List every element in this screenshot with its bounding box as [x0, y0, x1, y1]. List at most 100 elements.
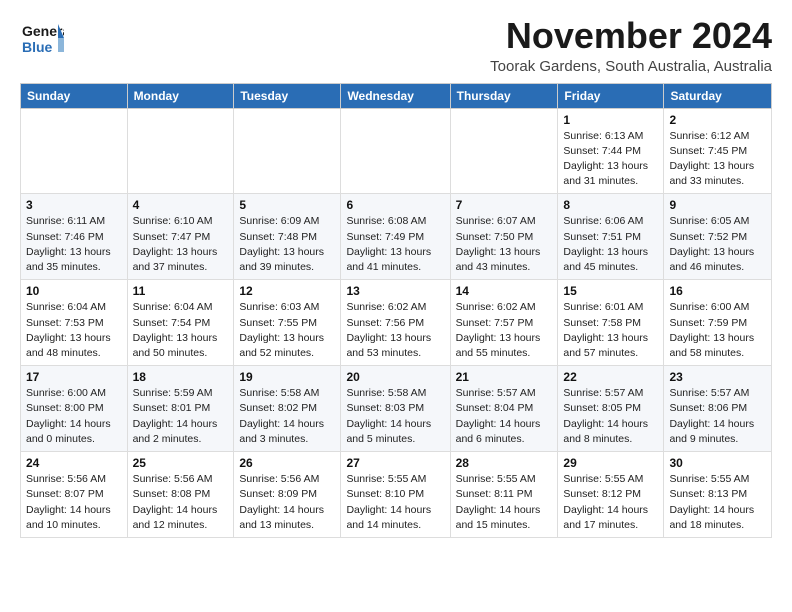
day-info: Sunrise: 6:05 AMSunset: 7:52 PMDaylight:… [669, 214, 766, 275]
calendar-header-cell: Friday [558, 83, 664, 108]
title-block: November 2024 Toorak Gardens, South Aust… [490, 16, 772, 75]
header: General Blue November 2024 Toorak Garden… [20, 16, 772, 75]
day-info: Sunrise: 5:58 AMSunset: 8:02 PMDaylight:… [239, 386, 335, 447]
day-info: Sunrise: 5:57 AMSunset: 8:06 PMDaylight:… [669, 386, 766, 447]
day-number: 6 [346, 198, 444, 212]
day-info: Sunrise: 5:58 AMSunset: 8:03 PMDaylight:… [346, 386, 444, 447]
day-number: 13 [346, 284, 444, 298]
day-info: Sunrise: 6:09 AMSunset: 7:48 PMDaylight:… [239, 214, 335, 275]
calendar-cell: 5 Sunrise: 6:09 AMSunset: 7:48 PMDaylight… [234, 194, 341, 280]
calendar-cell: 1 Sunrise: 6:13 AMSunset: 7:44 PMDaylight… [558, 108, 664, 194]
day-info: Sunrise: 6:04 AMSunset: 7:54 PMDaylight:… [133, 300, 229, 361]
day-number: 7 [456, 198, 553, 212]
day-number: 15 [563, 284, 658, 298]
day-number: 27 [346, 456, 444, 470]
calendar-cell [450, 108, 558, 194]
day-number: 11 [133, 284, 229, 298]
calendar-table: SundayMondayTuesdayWednesdayThursdayFrid… [20, 83, 772, 538]
day-number: 8 [563, 198, 658, 212]
calendar-header-cell: Sunday [21, 83, 128, 108]
calendar-body: 1 Sunrise: 6:13 AMSunset: 7:44 PMDaylight… [21, 108, 772, 537]
day-number: 5 [239, 198, 335, 212]
day-info: Sunrise: 5:55 AMSunset: 8:10 PMDaylight:… [346, 472, 444, 533]
calendar-cell: 24 Sunrise: 5:56 AMSunset: 8:07 PMDayligh… [21, 452, 128, 538]
calendar-cell: 23Sunrise: 5:57 AMSunset: 8:06 PMDayligh… [664, 366, 772, 452]
day-number: 19 [239, 370, 335, 384]
logo: General Blue [20, 16, 64, 65]
calendar-cell [21, 108, 128, 194]
day-info: Sunrise: 5:57 AMSunset: 8:04 PMDaylight:… [456, 386, 553, 447]
day-number: 18 [133, 370, 229, 384]
day-info: Sunrise: 6:01 AMSunset: 7:58 PMDaylight:… [563, 300, 658, 361]
calendar-cell: 3Sunrise: 6:11 AMSunset: 7:46 PMDaylight… [21, 194, 128, 280]
day-info: Sunrise: 6:00 AMSunset: 8:00 PMDaylight:… [26, 386, 122, 447]
day-info: Sunrise: 6:13 AMSunset: 7:44 PMDaylight:… [563, 129, 658, 190]
day-info: Sunrise: 5:56 AMSunset: 8:07 PMDaylight:… [26, 472, 122, 533]
day-number: 9 [669, 198, 766, 212]
location-subtitle: Toorak Gardens, South Australia, Austral… [490, 58, 772, 75]
day-info: Sunrise: 5:59 AMSunset: 8:01 PMDaylight:… [133, 386, 229, 447]
day-number: 1 [563, 113, 658, 127]
day-number: 16 [669, 284, 766, 298]
day-info: Sunrise: 5:57 AMSunset: 8:05 PMDaylight:… [563, 386, 658, 447]
calendar-header-row: SundayMondayTuesdayWednesdayThursdayFrid… [21, 83, 772, 108]
calendar-cell: 15 Sunrise: 6:01 AMSunset: 7:58 PMDayligh… [558, 280, 664, 366]
day-number: 30 [669, 456, 766, 470]
calendar-cell: 18 Sunrise: 5:59 AMSunset: 8:01 PMDayligh… [127, 366, 234, 452]
calendar-week-row: 3Sunrise: 6:11 AMSunset: 7:46 PMDaylight… [21, 194, 772, 280]
day-number: 14 [456, 284, 553, 298]
calendar-cell: 29Sunrise: 5:55 AMSunset: 8:12 PMDayligh… [558, 452, 664, 538]
day-number: 29 [563, 456, 658, 470]
day-info: Sunrise: 5:55 AMSunset: 8:13 PMDaylight:… [669, 472, 766, 533]
calendar-cell: 14 Sunrise: 6:02 AMSunset: 7:57 PMDayligh… [450, 280, 558, 366]
day-number: 21 [456, 370, 553, 384]
day-number: 17 [26, 370, 122, 384]
calendar-cell: 8Sunrise: 6:06 AMSunset: 7:51 PMDaylight… [558, 194, 664, 280]
calendar-cell: 16 Sunrise: 6:00 AMSunset: 7:59 PMDayligh… [664, 280, 772, 366]
calendar-week-row: 1 Sunrise: 6:13 AMSunset: 7:44 PMDaylight… [21, 108, 772, 194]
calendar-cell: 12Sunrise: 6:03 AMSunset: 7:55 PMDayligh… [234, 280, 341, 366]
day-number: 26 [239, 456, 335, 470]
day-number: 22 [563, 370, 658, 384]
calendar-cell: 13 Sunrise: 6:02 AMSunset: 7:56 PMDayligh… [341, 280, 450, 366]
day-info: Sunrise: 6:00 AMSunset: 7:59 PMDaylight:… [669, 300, 766, 361]
day-info: Sunrise: 6:07 AMSunset: 7:50 PMDaylight:… [456, 214, 553, 275]
day-info: Sunrise: 5:55 AMSunset: 8:11 PMDaylight:… [456, 472, 553, 533]
calendar-cell: 19 Sunrise: 5:58 AMSunset: 8:02 PMDayligh… [234, 366, 341, 452]
page: General Blue November 2024 Toorak Garden… [0, 0, 792, 554]
calendar-cell [127, 108, 234, 194]
day-info: Sunrise: 6:11 AMSunset: 7:46 PMDaylight:… [26, 214, 122, 275]
day-info: Sunrise: 6:08 AMSunset: 7:49 PMDaylight:… [346, 214, 444, 275]
calendar-cell: 17 Sunrise: 6:00 AMSunset: 8:00 PMDayligh… [21, 366, 128, 452]
day-number: 28 [456, 456, 553, 470]
day-number: 24 [26, 456, 122, 470]
calendar-week-row: 10 Sunrise: 6:04 AMSunset: 7:53 PMDayligh… [21, 280, 772, 366]
day-number: 25 [133, 456, 229, 470]
day-number: 4 [133, 198, 229, 212]
svg-text:General: General [22, 23, 64, 39]
calendar-cell: 9 Sunrise: 6:05 AMSunset: 7:52 PMDaylight… [664, 194, 772, 280]
calendar-cell: 28 Sunrise: 5:55 AMSunset: 8:11 PMDayligh… [450, 452, 558, 538]
day-info: Sunrise: 6:02 AMSunset: 7:57 PMDaylight:… [456, 300, 553, 361]
calendar-cell: 7 Sunrise: 6:07 AMSunset: 7:50 PMDaylight… [450, 194, 558, 280]
day-number: 10 [26, 284, 122, 298]
day-info: Sunrise: 6:12 AMSunset: 7:45 PMDaylight:… [669, 129, 766, 190]
calendar-cell: 11 Sunrise: 6:04 AMSunset: 7:54 PMDayligh… [127, 280, 234, 366]
calendar-cell: 4 Sunrise: 6:10 AMSunset: 7:47 PMDaylight… [127, 194, 234, 280]
calendar-header-cell: Tuesday [234, 83, 341, 108]
calendar-week-row: 17 Sunrise: 6:00 AMSunset: 8:00 PMDayligh… [21, 366, 772, 452]
day-info: Sunrise: 6:04 AMSunset: 7:53 PMDaylight:… [26, 300, 122, 361]
month-title: November 2024 [490, 16, 772, 56]
calendar-cell [234, 108, 341, 194]
day-info: Sunrise: 5:56 AMSunset: 8:08 PMDaylight:… [133, 472, 229, 533]
calendar-cell: 21 Sunrise: 5:57 AMSunset: 8:04 PMDayligh… [450, 366, 558, 452]
day-info: Sunrise: 6:10 AMSunset: 7:47 PMDaylight:… [133, 214, 229, 275]
calendar-cell: 30 Sunrise: 5:55 AMSunset: 8:13 PMDayligh… [664, 452, 772, 538]
calendar-header-cell: Monday [127, 83, 234, 108]
calendar-cell: 6 Sunrise: 6:08 AMSunset: 7:49 PMDaylight… [341, 194, 450, 280]
day-info: Sunrise: 6:03 AMSunset: 7:55 PMDaylight:… [239, 300, 335, 361]
day-info: Sunrise: 6:02 AMSunset: 7:56 PMDaylight:… [346, 300, 444, 361]
calendar-header-cell: Saturday [664, 83, 772, 108]
day-number: 2 [669, 113, 766, 127]
calendar-week-row: 24 Sunrise: 5:56 AMSunset: 8:07 PMDayligh… [21, 452, 772, 538]
